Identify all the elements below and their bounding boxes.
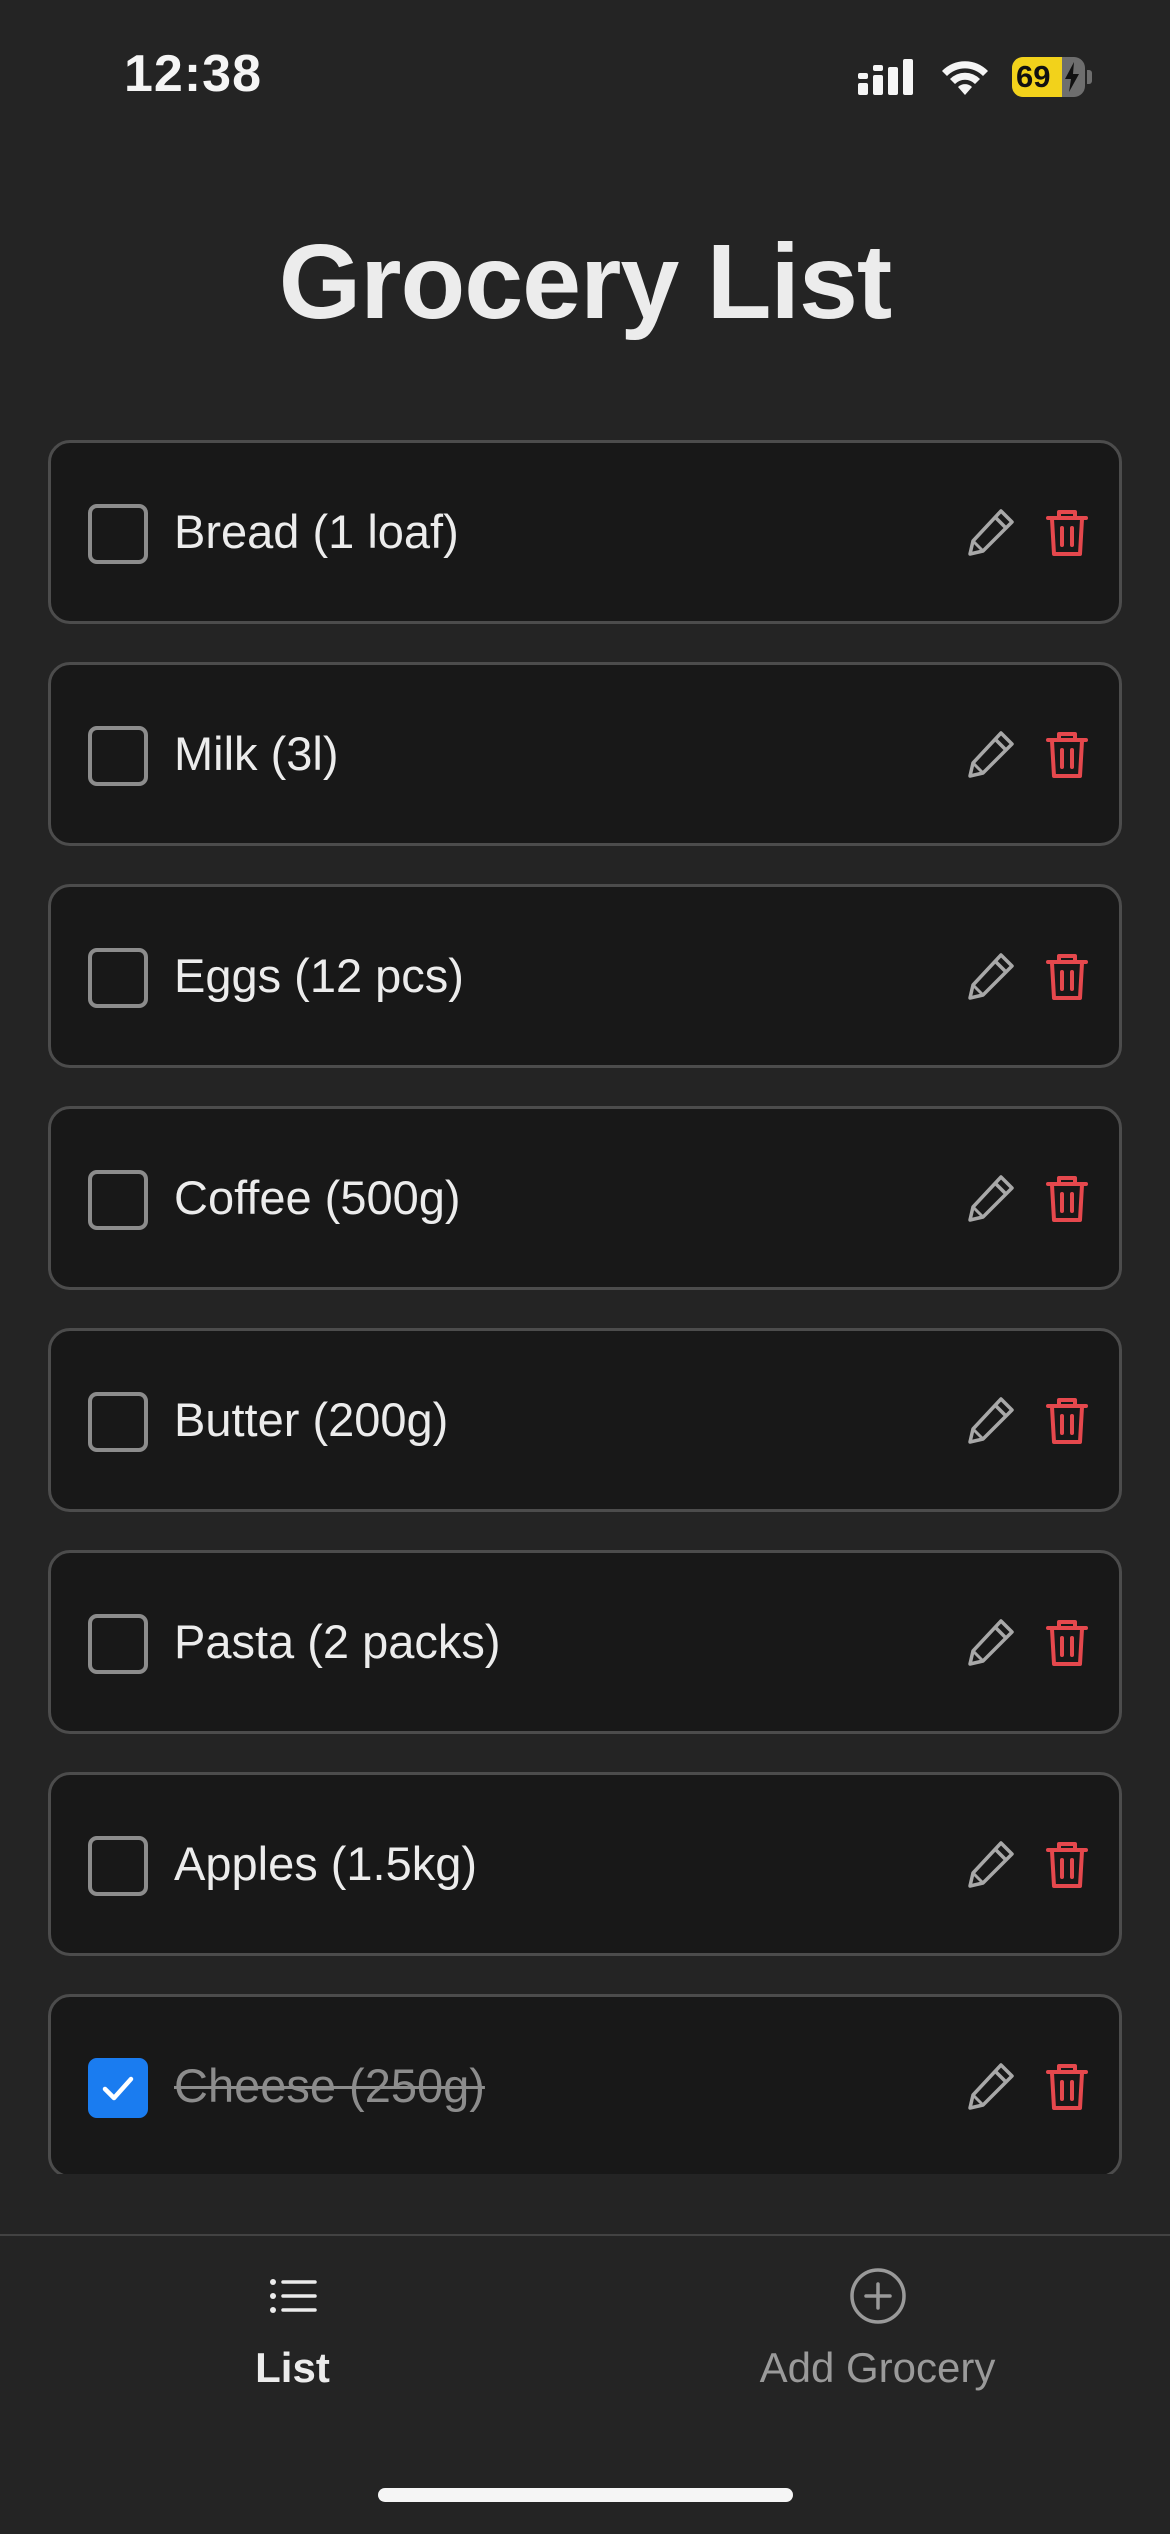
list-icon — [269, 2279, 317, 2313]
trash-icon[interactable] — [1039, 726, 1095, 782]
trash-icon[interactable] — [1039, 1170, 1095, 1226]
wifi-icon — [942, 61, 988, 95]
item-checkbox[interactable] — [88, 1836, 148, 1896]
grocery-item: Milk (3l) — [48, 662, 1122, 846]
item-checkbox[interactable] — [88, 948, 148, 1008]
page-title: Grocery List — [278, 223, 892, 341]
status-bar: 12:38 69 — [0, 0, 1170, 150]
item-checkbox[interactable] — [88, 1614, 148, 1674]
tab-list-label: List — [255, 2344, 330, 2391]
pencil-icon[interactable] — [963, 1614, 1019, 1670]
item-checkbox[interactable] — [88, 726, 148, 786]
tab-list[interactable]: List — [0, 2266, 585, 2426]
battery-charging-icon: 69 — [1012, 56, 1092, 98]
grocery-item: Coffee (500g) — [48, 1106, 1122, 1290]
item-checkbox[interactable] — [88, 1170, 148, 1230]
grocery-item: Pasta (2 packs) — [48, 1550, 1122, 1734]
status-icons: 69 — [858, 56, 1092, 98]
item-checkbox[interactable] — [88, 2058, 148, 2118]
item-label: Milk (3l) — [174, 727, 339, 780]
battery-level: 69 — [1016, 59, 1051, 94]
plus-circle-icon — [849, 2268, 906, 2324]
status-time: 12:38 — [124, 45, 262, 103]
pencil-icon[interactable] — [963, 2058, 1019, 2114]
item-checkbox[interactable] — [88, 504, 148, 564]
grocery-item: Eggs (12 pcs) — [48, 884, 1122, 1068]
trash-icon[interactable] — [1039, 1614, 1095, 1670]
grocery-item: Apples (1.5kg) — [48, 1772, 1122, 1956]
bolt-icon — [1065, 62, 1080, 92]
tab-add-grocery[interactable]: Add Grocery — [585, 2266, 1170, 2426]
pencil-icon[interactable] — [963, 948, 1019, 1004]
pencil-icon[interactable] — [963, 1836, 1019, 1892]
pencil-icon[interactable] — [963, 504, 1019, 560]
grocery-item: Cheese (250g) — [48, 1994, 1122, 2174]
pencil-icon[interactable] — [963, 1392, 1019, 1448]
checkmark-icon — [102, 2076, 134, 2101]
grocery-list: Bread (1 loaf) Milk (3l) Eggs (12 pcs) C… — [48, 440, 1122, 2174]
item-label: Apples (1.5kg) — [174, 1837, 478, 1890]
item-checkbox[interactable] — [88, 1392, 148, 1452]
pencil-icon[interactable] — [963, 726, 1019, 782]
grocery-item: Butter (200g) — [48, 1328, 1122, 1512]
tab-add-grocery-label: Add Grocery — [759, 2344, 996, 2391]
pencil-icon[interactable] — [963, 1170, 1019, 1226]
item-label: Butter (200g) — [174, 1393, 449, 1446]
cellular-signal-icon — [858, 59, 913, 95]
trash-icon[interactable] — [1039, 2058, 1095, 2114]
grocery-item: Bread (1 loaf) — [48, 440, 1122, 624]
item-label: Coffee (500g) — [174, 1171, 461, 1224]
trash-icon[interactable] — [1039, 1392, 1095, 1448]
trash-icon[interactable] — [1039, 948, 1095, 1004]
item-label: Cheese (250g) — [174, 2059, 485, 2112]
item-label: Bread (1 loaf) — [174, 505, 459, 558]
item-label: Pasta (2 packs) — [174, 1615, 501, 1668]
grocery-list-scroll[interactable]: Bread (1 loaf) Milk (3l) Eggs (12 pcs) C… — [0, 430, 1170, 2174]
home-indicator — [378, 2488, 793, 2502]
trash-icon[interactable] — [1039, 1836, 1095, 1892]
trash-icon[interactable] — [1039, 504, 1095, 560]
item-label: Eggs (12 pcs) — [174, 949, 464, 1002]
